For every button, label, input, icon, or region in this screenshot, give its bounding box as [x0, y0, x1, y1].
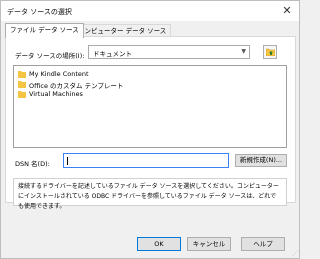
folder-icon	[18, 91, 26, 98]
new-button[interactable]: 新規作成(N)...	[235, 154, 287, 167]
folder-icon	[18, 81, 26, 88]
ok-button[interactable]: OK	[137, 237, 181, 251]
list-item-label: Virtual Machines	[29, 90, 83, 98]
list-item-label: My Kindle Content	[29, 70, 89, 78]
text-caret	[67, 157, 68, 165]
resize-grip-icon[interactable]: ⋰	[292, 250, 298, 257]
title-bar[interactable]: データ ソースの選択 ✕	[1, 1, 299, 21]
file-list[interactable]: My Kindle Content Office のカスタム テンプレート Vi…	[13, 65, 287, 148]
help-button[interactable]: ヘルプ	[241, 237, 285, 251]
look-in-label: データ ソースの場所(I):	[15, 52, 85, 60]
list-item-label: Office のカスタム テンプレート	[29, 82, 124, 90]
tab-file-data-source[interactable]: ファイル データ ソース	[5, 23, 84, 38]
look-in-value: ドキュメント	[93, 50, 132, 58]
dialog-window: データ ソースの選択 ✕ ファイル データ ソース コンピューター データ ソー…	[0, 0, 300, 259]
dsn-name-label: DSN 名(D):	[15, 160, 50, 168]
description-text: 接続するドライバーを記述しているファイル データ ソースを選択してください。コン…	[13, 178, 287, 210]
dsn-name-input[interactable]	[63, 153, 229, 168]
cancel-button[interactable]: キャンセル	[187, 237, 231, 251]
up-folder-icon	[266, 48, 275, 56]
close-button[interactable]: ✕	[275, 1, 299, 21]
tab-label: ファイル データ ソース	[10, 26, 79, 34]
look-in-dropdown[interactable]: ドキュメント ▼	[88, 45, 250, 59]
tab-label: コンピューター データ ソース	[78, 27, 167, 35]
window-title: データ ソースの選択	[7, 8, 72, 16]
chevron-down-icon: ▼	[241, 48, 246, 55]
up-folder-button[interactable]	[263, 45, 277, 59]
folder-icon	[18, 71, 26, 78]
close-icon: ✕	[282, 4, 292, 17]
